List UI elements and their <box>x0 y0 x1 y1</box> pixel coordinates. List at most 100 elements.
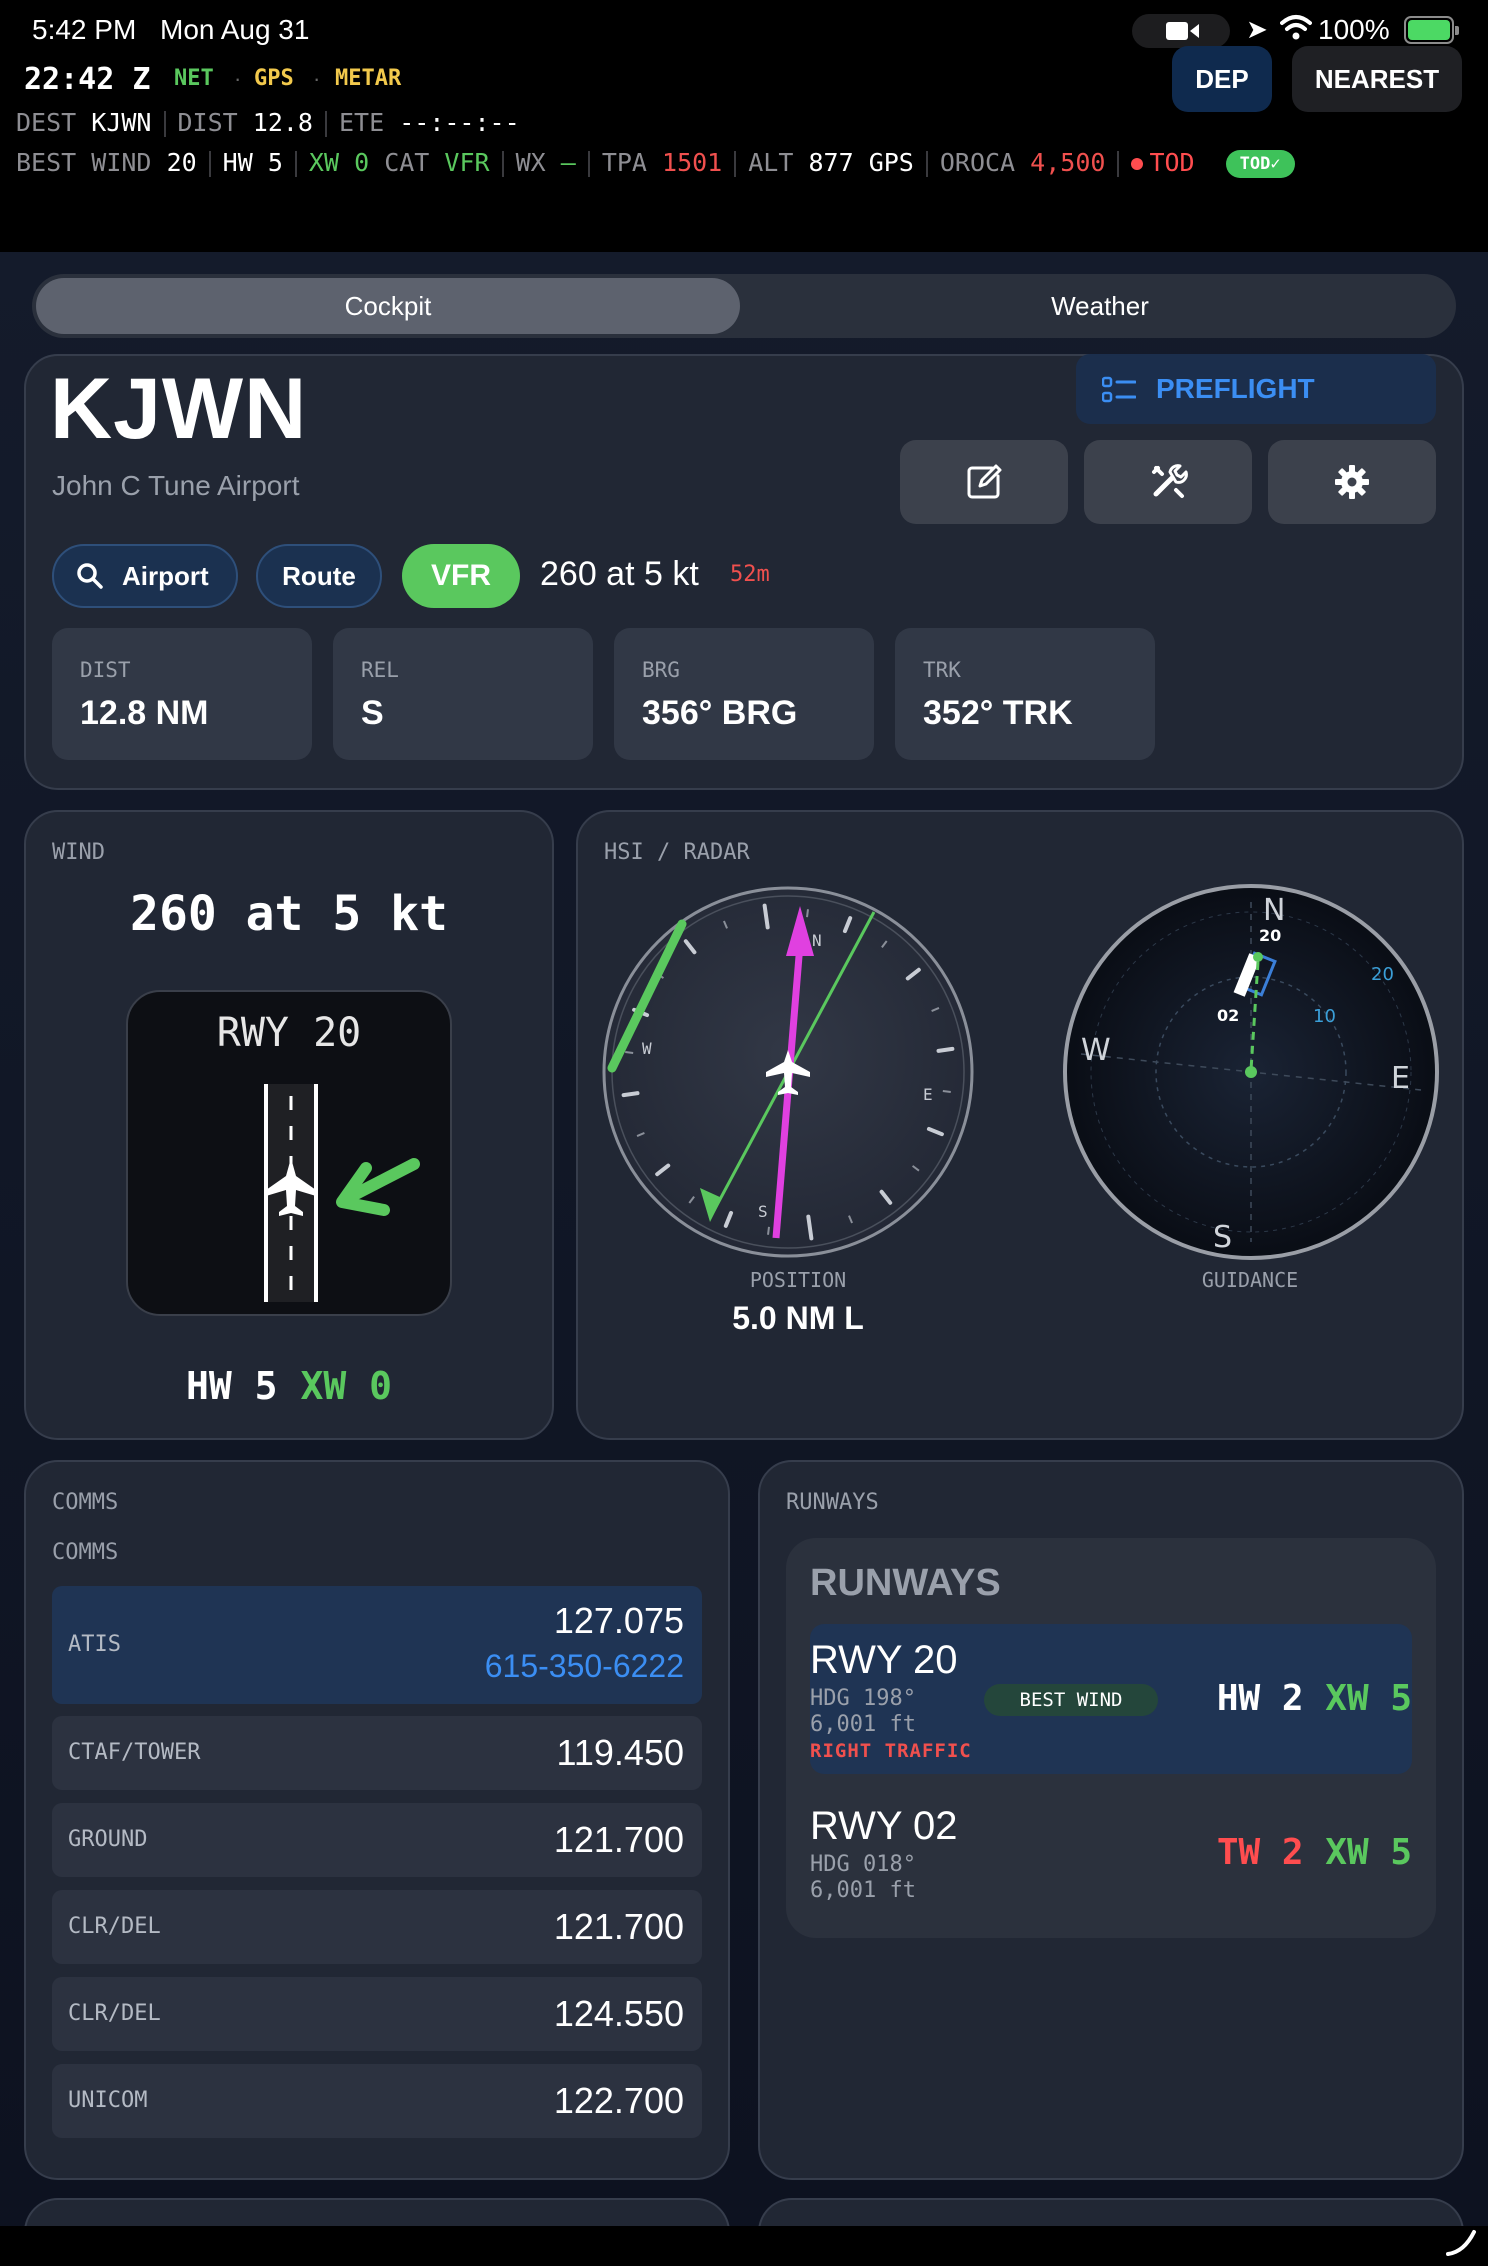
runway-traffic-pattern: RIGHT TRAFFIC <box>810 1740 972 1762</box>
runway-row-02[interactable]: RWY 02 HDG 018° 6,001 ft TW 2 XW 5 <box>810 1790 1412 1910</box>
comm-row-unicom[interactable]: UNICOM 122.700 <box>52 2064 702 2138</box>
view-segmented-control: Cockpit Weather <box>32 274 1456 338</box>
stat-label: DIST <box>80 658 131 682</box>
tw-value: 2 <box>1281 1832 1304 1873</box>
battery-charging-icon <box>1404 16 1459 44</box>
radar-ring-20: 20 <box>1371 964 1394 985</box>
tod-label: TOD <box>1149 148 1195 177</box>
preflight-label: PREFLIGHT <box>1156 373 1315 404</box>
xw-label: XW <box>1325 1832 1369 1873</box>
comm-name: UNICOM <box>68 2088 148 2113</box>
bottom-bar <box>0 2226 1488 2266</box>
comm-frequency: 127.075 <box>553 1600 684 1641</box>
source-separator: · <box>234 66 242 91</box>
checklist-icon <box>1102 376 1136 403</box>
stat-dist: DIST 12.8 NM <box>52 628 312 760</box>
comm-frequency: 121.700 <box>553 1906 684 1947</box>
comm-row-ground[interactable]: GROUND 121.700 <box>52 1803 702 1877</box>
ete-label: ETE <box>339 108 385 137</box>
radar-rwy-02: 02 <box>1217 1006 1239 1025</box>
xw-label: XW <box>1325 1678 1369 1719</box>
tpa-label: TPA <box>601 148 647 177</box>
camera-icon <box>1132 14 1230 48</box>
resize-handle-icon[interactable] <box>1442 2226 1482 2260</box>
compass-s: S <box>758 1202 768 1221</box>
guidance-caption: GUIDANCE <box>1201 1268 1299 1292</box>
hw-value: 5 <box>254 1364 278 1408</box>
comm-row-ctaf-tower[interactable]: CTAF/TOWER 119.450 <box>52 1716 702 1790</box>
runway-length: 6,001 ft <box>810 1712 916 1737</box>
edit-button[interactable] <box>900 440 1068 524</box>
xw-value: 0 <box>369 1364 392 1408</box>
conditions-row: BEST WIND 20 HW 5 XW 0 CAT VFR WX — TPA 1501… <box>16 148 1295 178</box>
airport-button-label: Airport <box>122 561 209 591</box>
status-time: 5:42 PM <box>32 14 137 45</box>
dest-value: KJWN <box>91 108 152 137</box>
source-net: NET <box>174 66 214 91</box>
tab-cockpit[interactable]: Cockpit <box>36 278 740 334</box>
route-summary-row: DEST KJWN DIST 12.8 ETE --:--:-- <box>16 108 520 137</box>
status-date: Mon Aug 31 <box>160 14 310 45</box>
oroca-label: OROCA <box>939 148 1016 177</box>
comm-name: GROUND <box>68 1827 148 1852</box>
stat-brg: BRG 356° BRG <box>614 628 874 760</box>
comm-name: CLR/DEL <box>68 2001 161 2026</box>
comm-row-clr-del-2[interactable]: CLR/DEL 124.550 <box>52 1977 702 2051</box>
location-arrow-icon: ➤ <box>1246 14 1268 44</box>
comm-row-atis[interactable]: ATIS 127.075 615-350-6222 <box>52 1586 702 1704</box>
top-bar: 5:42 PM Mon Aug 31 ➤ 100% 22:42 Z NET · … <box>0 0 1488 252</box>
radar-s: S <box>1213 1220 1232 1255</box>
dep-button[interactable]: DEP <box>1172 46 1272 112</box>
oroca-value: 4,500 <box>1030 148 1106 177</box>
tools-button[interactable] <box>1084 440 1252 524</box>
nearest-button[interactable]: NEAREST <box>1292 46 1462 112</box>
hsi-card-title: HSI / RADAR <box>604 840 750 865</box>
edit-icon <box>967 464 1002 499</box>
stat-value: S <box>361 694 384 732</box>
compass-w: W <box>642 1039 652 1058</box>
tab-weather[interactable]: Weather <box>748 278 1452 334</box>
search-icon <box>77 563 103 589</box>
wx-age: 52m <box>730 562 770 587</box>
tod-status-badge[interactable]: TOD✓ <box>1225 150 1295 178</box>
comm-frequency: 124.550 <box>553 1993 684 2034</box>
wifi-icon <box>1280 15 1312 40</box>
airport-search-button[interactable]: Airport <box>52 544 238 608</box>
route-button[interactable]: Route <box>256 544 382 608</box>
comm-name: CLR/DEL <box>68 1914 161 1939</box>
wx-value: — <box>560 148 576 177</box>
gear-icon <box>1335 465 1369 499</box>
wind-card-title: WIND <box>52 840 105 865</box>
source-separator: · <box>313 66 321 91</box>
comms-card-title: COMMS <box>52 1490 119 1515</box>
alt-source: GPS <box>868 148 914 177</box>
runway-heading: HDG 198° <box>810 1686 916 1711</box>
stat-trk: TRK 352° TRK <box>895 628 1155 760</box>
hw-label: HW <box>186 1364 232 1408</box>
comms-subtitle: COMMS <box>52 1540 119 1565</box>
xw-value: 0 <box>354 148 370 177</box>
comm-phone-link[interactable]: 615-350-6222 <box>485 1648 684 1685</box>
best-label: BEST <box>16 148 77 177</box>
ownship-dot <box>1245 1066 1257 1078</box>
runway-wind-components: HW 2 XW 5 <box>1217 1678 1412 1719</box>
ete-value: --:--:-- <box>399 108 520 137</box>
runway-row-20[interactable]: RWY 20 HDG 198° 6,001 ft RIGHT TRAFFIC B… <box>810 1624 1412 1774</box>
stat-label: TRK <box>923 658 961 682</box>
hw-value: 5 <box>267 148 283 177</box>
tpa-value: 1501 <box>662 148 723 177</box>
tod-alert-dot <box>1131 158 1144 170</box>
stat-value: 352° TRK <box>923 694 1073 732</box>
wind-summary: 260 at 5 kt <box>540 555 699 593</box>
comm-frequency: 122.700 <box>553 2080 684 2121</box>
settings-button[interactable] <box>1268 440 1436 524</box>
guidance-radar: N E S W 10 20 20 02 <box>1063 884 1439 1260</box>
compass-n: N <box>812 931 822 950</box>
preflight-button[interactable]: PREFLIGHT <box>1076 354 1436 424</box>
xw-label: XW <box>300 1364 347 1408</box>
cat-label: CAT <box>384 148 430 177</box>
runway-name: RWY 02 <box>810 1804 958 1848</box>
stat-value: 356° BRG <box>642 694 798 732</box>
comm-row-clr-del[interactable]: CLR/DEL 121.700 <box>52 1890 702 1964</box>
xw-value: 5 <box>1390 1832 1412 1873</box>
